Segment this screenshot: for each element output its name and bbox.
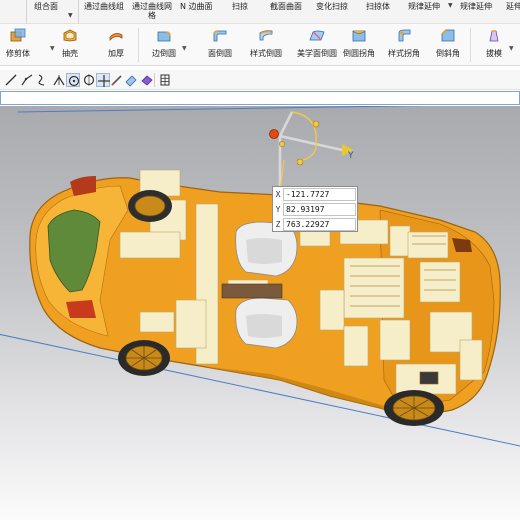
corner-icon[interactable] [52,73,66,87]
ribbon-gallery-row: 组合面 ▼ 通过曲线组 通过曲线网格 N 边曲面 扫掠 截面曲面 变化扫掠 扫掠… [0,0,520,24]
separator [26,0,27,24]
wheel-rear-right[interactable] [384,390,444,426]
styled-corner-button[interactable]: 样式拐角 [388,27,420,65]
y-axis-label: Y [347,151,354,161]
x-coord-label: X [275,190,281,199]
x-coord-field[interactable]: -121.7727 [283,188,356,201]
thicken-label: 加厚 [108,49,124,58]
chevron-down-icon[interactable]: ▼ [448,2,453,9]
ribbon-item-through-curves[interactable]: 通过曲线组 [84,2,124,11]
coordinate-readout: X -121.7727 Y 82.93197 Z 763.22927 [272,186,358,232]
shell-label: 抽壳 [62,49,78,58]
pen-icon[interactable] [110,73,124,87]
separator [78,0,79,24]
edge-blend-label: 边倒圆 [152,49,176,58]
ribbon-item-law-extension[interactable]: 规律延伸 [408,2,440,11]
circle-icon[interactable] [82,73,96,87]
separator [138,28,139,62]
ribbon-item-variational-sweep[interactable]: 变化扫掠 [316,2,348,11]
trim-body-label: 修剪体 [6,49,30,58]
ribbon-feature-row: 修剪体 ▼ 抽壳 加厚 边倒圆 ▼ 面倒圆 样式倒圆 美学面倒圆 倒圆拐角 样式… [0,24,520,66]
surface-select-icon[interactable] [124,73,138,87]
separator [154,73,155,87]
shell-icon [62,28,78,42]
styled-blend-icon [258,28,274,42]
seat-rear[interactable] [235,297,298,349]
blend-corner-icon [351,28,367,42]
wheel-front-left[interactable] [128,190,172,222]
edge-blend-icon [156,28,172,42]
trim-body-button[interactable]: 修剪体 [4,27,32,65]
coordinate-manipulator[interactable]: Y [269,111,355,191]
chamfer-label: 倒斜角 [436,49,460,58]
headlight-right [66,300,96,318]
trim-body-icon [10,28,26,42]
ribbon-item-n-sided-surface[interactable]: N 边曲面 [180,2,213,11]
face-blend-label: 面倒圆 [208,49,232,58]
shaded-view-icon[interactable] [140,73,154,87]
ribbon-item-combine-face[interactable]: 组合面 [34,2,58,11]
chamfer-icon [440,28,456,42]
ribbon-item-sweep-body[interactable]: 扫掠体 [366,2,390,11]
line-icon[interactable] [4,73,18,87]
chevron-down-icon[interactable]: ▼ [182,45,187,52]
edge-blend-button[interactable]: 边倒圆 [152,27,176,65]
console [221,283,283,299]
separator [470,28,471,62]
command-input[interactable] [0,91,520,105]
polyline-icon[interactable] [20,73,34,87]
styled-corner-icon [396,28,412,42]
y-coord-label: Y [275,205,281,214]
styled-blend-button[interactable]: 样式倒圆 [250,27,282,65]
z-coord-label: Z [275,220,281,229]
styled-blend-label: 样式倒圆 [250,49,282,58]
ribbon-item-law-extension-2[interactable]: 规律延伸 [460,2,492,11]
chamfer-button[interactable]: 倒斜角 [436,27,460,65]
draft-icon [486,28,502,42]
aesthetic-face-blend-button[interactable]: 美学面倒圆 [297,27,337,65]
face-blend-icon [212,28,228,42]
draft-label: 拔模 [486,49,502,58]
ribbon-item-extend[interactable]: 延伸 [506,2,520,11]
wheel-front-right[interactable] [118,340,170,376]
graphics-viewport[interactable]: Y X -121.7727 Y 82.93197 Z 763.22927 [0,106,520,520]
y-coord-field[interactable]: 82.93197 [283,203,356,216]
curve-icon[interactable] [36,73,50,87]
chevron-down-icon[interactable]: ▼ [509,45,514,52]
crosshair-icon[interactable] [96,73,110,87]
work-plane-edge [17,106,426,113]
thicken-button[interactable]: 加厚 [104,27,128,65]
ribbon-item-swept[interactable]: 扫掠 [232,2,248,11]
ribbon-item-section-surface[interactable]: 截面曲面 [270,2,302,11]
car-model-view[interactable]: Y [0,106,520,520]
grid-icon[interactable] [158,73,172,87]
snap-toolbar [0,70,520,90]
blend-corner-label: 倒圆拐角 [343,49,375,58]
z-coord-field[interactable]: 763.22927 [283,218,356,231]
ribbon-item-through-curve-mesh[interactable]: 通过曲线网格 [132,2,172,20]
origin-handle-icon [269,129,279,139]
circle-center-icon[interactable] [66,73,80,87]
styled-corner-label: 样式拐角 [388,49,420,58]
shell-button[interactable]: 抽壳 [58,27,82,65]
aesthetic-face-blend-icon [309,28,325,42]
face-blend-button[interactable]: 面倒圆 [206,27,234,65]
aesthetic-face-blend-label: 美学面倒圆 [297,49,337,58]
blend-corner-button[interactable]: 倒圆拐角 [343,27,375,65]
chevron-down-icon[interactable]: ▼ [68,12,73,19]
draft-button[interactable]: 拔模 [482,27,506,65]
thicken-icon [108,28,124,42]
